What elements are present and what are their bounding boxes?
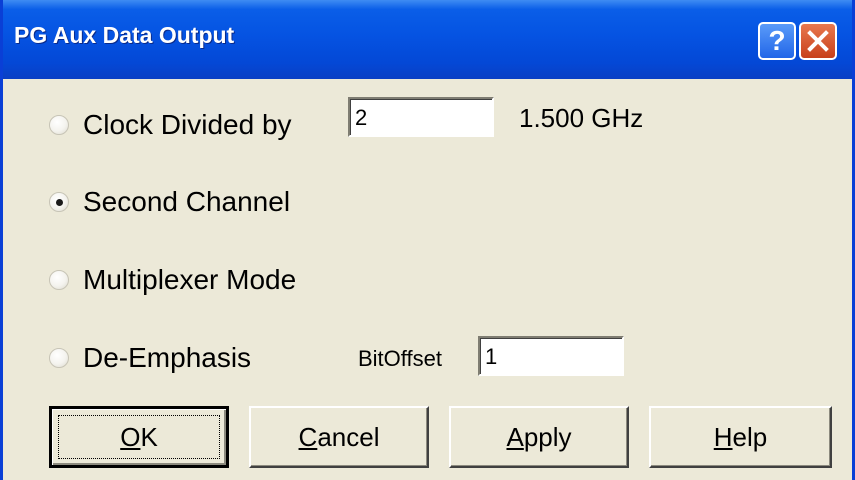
option-de-emphasis-label: De-Emphasis — [83, 342, 252, 373]
option-clock-divided-label: Clock Divided by — [83, 109, 292, 140]
title-close-button[interactable] — [799, 22, 837, 60]
help-button[interactable]: Help — [649, 406, 832, 468]
title-help-button[interactable]: ? — [758, 22, 796, 60]
option-de-emphasis[interactable]: De-Emphasis — [49, 342, 251, 374]
ok-button-label: K — [140, 421, 158, 452]
apply-button-mnemonic: A — [506, 421, 524, 452]
radio-second-channel[interactable] — [49, 192, 69, 212]
ok-button[interactable]: OK — [49, 406, 229, 468]
option-multiplexer-mode[interactable]: Multiplexer Mode — [49, 264, 296, 296]
title-bar[interactable]: PG Aux Data Output ? — [3, 0, 852, 79]
bitoffset-label: BitOffset — [358, 346, 442, 371]
cancel-button-label: ancel — [317, 421, 380, 452]
radio-clock-divided[interactable] — [49, 115, 69, 135]
close-x-icon — [807, 30, 829, 52]
help-button-label: elp — [732, 421, 768, 452]
option-multiplexer-mode-label: Multiplexer Mode — [83, 264, 297, 295]
help-button-mnemonic: H — [713, 421, 733, 452]
clock-frequency-readout: 1.500 GHz — [519, 103, 644, 133]
help-question-icon: ? — [768, 25, 786, 56]
bitoffset-input[interactable]: 1 — [478, 336, 624, 376]
option-second-channel[interactable]: Second Channel — [49, 186, 290, 218]
ok-button-mnemonic: O — [120, 421, 141, 452]
window-title: PG Aux Data Output — [14, 22, 235, 48]
radio-de-emphasis[interactable] — [49, 348, 69, 368]
option-clock-divided[interactable]: Clock Divided by — [49, 109, 292, 141]
clock-divisor-input[interactable]: 2 — [348, 97, 494, 137]
cancel-button[interactable]: Cancel — [249, 406, 429, 468]
cancel-button-mnemonic: C — [298, 421, 318, 452]
apply-button-label: pply — [523, 421, 572, 452]
apply-button[interactable]: Apply — [449, 406, 629, 468]
radio-multiplexer-mode[interactable] — [49, 270, 69, 290]
dialog-window: PG Aux Data Output ? Clock Divided by 2 … — [0, 0, 855, 480]
option-second-channel-label: Second Channel — [83, 186, 291, 217]
